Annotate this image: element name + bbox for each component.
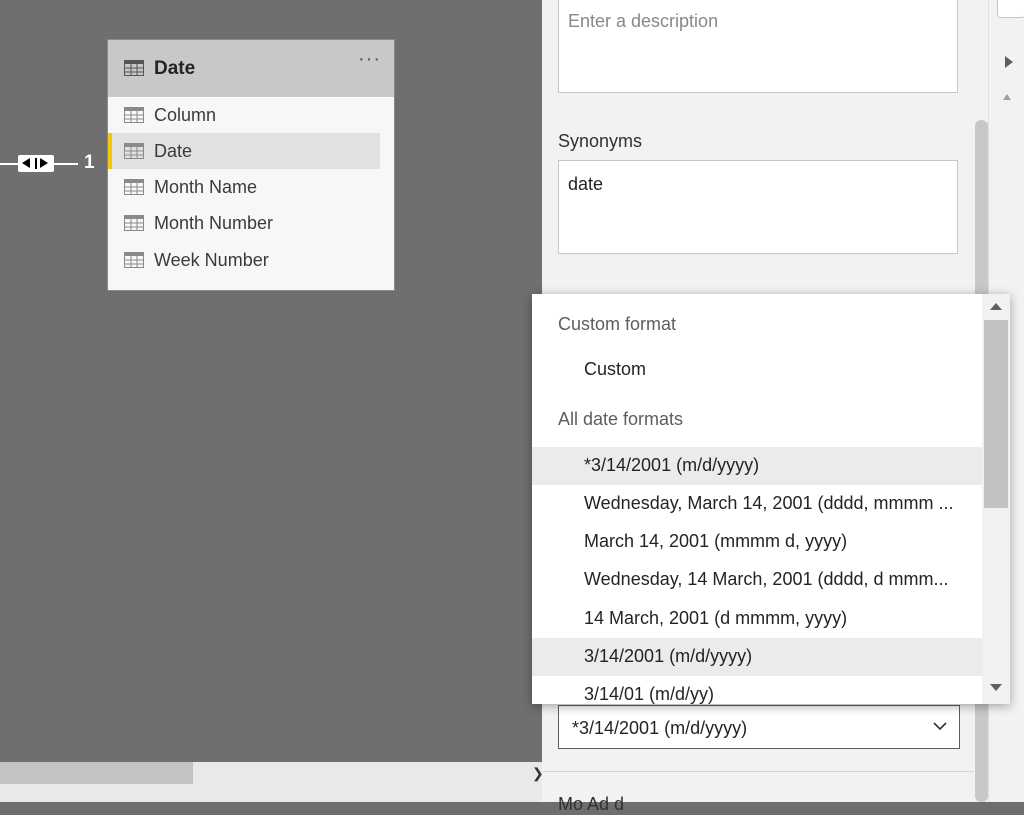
field-row-column[interactable]: Column — [108, 97, 380, 133]
format-select[interactable]: *3/14/2001 (m/d/yyyy) — [558, 705, 960, 749]
column-icon — [124, 179, 144, 195]
field-row-week-number[interactable]: Week Number — [108, 242, 380, 278]
selection-accent — [108, 133, 112, 169]
dropdown-option[interactable]: 3/14/01 (m/d/yy) — [532, 676, 982, 704]
format-dropdown-list[interactable]: Custom format Custom All date formats *3… — [532, 294, 1010, 704]
option-label: Wednesday, 14 March, 2001 (dddd, d mmm..… — [584, 569, 949, 589]
chevron-down-icon[interactable] — [931, 717, 949, 740]
format-select-value: *3/14/2001 (m/d/yyyy) — [572, 718, 748, 738]
dropdown-option[interactable]: *3/14/2001 (m/d/yyyy) — [532, 447, 982, 485]
model-canvas[interactable]: 1 Date ··· Column Date Month Name Month … — [0, 0, 544, 802]
field-label: Week Number — [154, 250, 269, 270]
scroll-up-icon[interactable] — [1003, 94, 1011, 100]
more-options-icon[interactable]: ··· — [358, 48, 381, 71]
field-label: Date — [154, 141, 193, 161]
dropdown-scrollbar[interactable] — [982, 294, 1010, 704]
relationship-cardinality: 1 — [84, 152, 95, 173]
option-label: March 14, 2001 (mmmm d, yyyy) — [584, 531, 848, 551]
group-header-all-date-formats: All date formats — [558, 409, 684, 429]
table-title: Date — [154, 58, 196, 79]
option-label: 14 March, 2001 (d mmmm, yyyy) — [584, 608, 848, 628]
field-row-date[interactable]: Date — [108, 133, 380, 169]
dropdown-scroll-thumb[interactable] — [984, 320, 1008, 508]
field-label: Month Number — [154, 213, 274, 233]
next-section-label: Mo Ad d — [558, 794, 625, 814]
description-field[interactable]: Enter a description — [558, 0, 958, 93]
option-label: 3/14/01 (m/d/yy) — [584, 684, 715, 704]
option-label: Wednesday, March 14, 2001 (dddd, mmmm ..… — [584, 493, 954, 513]
table-icon — [124, 60, 144, 76]
scroll-up-icon[interactable] — [990, 303, 1002, 310]
date-table-card[interactable]: Date ··· Column Date Month Name Month Nu… — [107, 39, 395, 291]
horizontal-scroll-thumb[interactable] — [0, 762, 193, 784]
relationship-connector-icon[interactable] — [18, 155, 54, 172]
synonyms-value: date — [568, 174, 604, 194]
scroll-down-icon[interactable] — [990, 684, 1002, 691]
table-card-header[interactable]: Date ··· — [108, 40, 394, 97]
expand-pane-icon[interactable] — [1005, 56, 1013, 68]
relationship-line[interactable] — [54, 163, 78, 165]
dropdown-option[interactable]: March 14, 2001 (mmmm d, yyyy) — [532, 523, 982, 561]
column-icon — [124, 107, 144, 123]
field-row-month-name[interactable]: Month Name — [108, 169, 380, 205]
column-icon — [124, 215, 144, 231]
field-label: Column — [154, 105, 217, 125]
relationship-line[interactable] — [0, 163, 18, 165]
dropdown-option[interactable]: 14 March, 2001 (d mmmm, yyyy) — [532, 600, 982, 638]
option-label: Custom — [584, 359, 647, 379]
option-label: *3/14/2001 (m/d/yyyy) — [584, 455, 760, 475]
dropdown-option[interactable]: 3/14/2001 (m/d/yyyy) — [532, 638, 982, 676]
column-icon — [124, 143, 144, 159]
rail-button[interactable] — [997, 0, 1024, 18]
section-divider — [542, 771, 974, 772]
field-label: Month Name — [154, 177, 258, 197]
synonyms-field[interactable]: date — [558, 160, 958, 254]
field-row-month-number[interactable]: Month Number — [108, 205, 380, 241]
dropdown-option-custom[interactable]: Custom — [532, 351, 982, 389]
option-label: 3/14/2001 (m/d/yyyy) — [584, 646, 753, 666]
dropdown-option[interactable]: Wednesday, March 14, 2001 (dddd, mmmm ..… — [532, 485, 982, 523]
description-placeholder: Enter a description — [568, 11, 719, 31]
synonyms-label: Synonyms — [558, 131, 643, 151]
dropdown-option[interactable]: Wednesday, 14 March, 2001 (dddd, d mmm..… — [532, 561, 982, 599]
group-header-custom-format: Custom format — [558, 314, 677, 334]
column-icon — [124, 252, 144, 268]
